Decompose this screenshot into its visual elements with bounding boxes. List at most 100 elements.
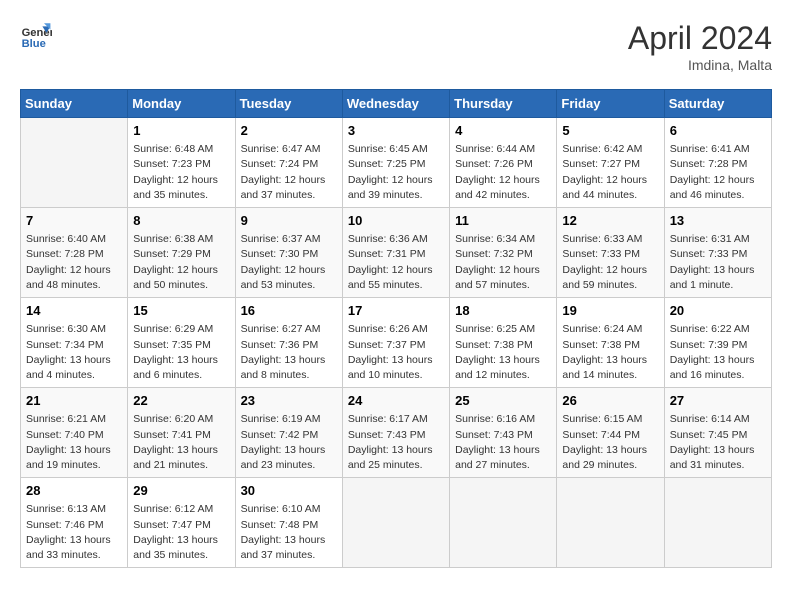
- calendar-week-row: 14Sunrise: 6:30 AMSunset: 7:34 PMDayligh…: [21, 298, 772, 388]
- calendar-cell: 7 Sunrise: 6:40 AMSunset: 7:28 PMDaylight…: [21, 208, 128, 298]
- day-number: 4: [455, 122, 551, 140]
- day-info: Sunrise: 6:38 AMSunset: 7:29 PMDaylight:…: [133, 232, 229, 293]
- day-number: 12: [562, 212, 658, 230]
- calendar-cell: 16 Sunrise: 6:27 AMSunset: 7:36 PMDayligh…: [235, 298, 342, 388]
- calendar-cell: 1Sunrise: 6:48 AMSunset: 7:23 PMDaylight…: [128, 118, 235, 208]
- day-info: Sunrise: 6:44 AMSunset: 7:26 PMDaylight:…: [455, 142, 551, 203]
- calendar-cell: 5 Sunrise: 6:42 AMSunset: 7:27 PMDaylight…: [557, 118, 664, 208]
- calendar-cell: 21Sunrise: 6:21 AMSunset: 7:40 PMDayligh…: [21, 388, 128, 478]
- day-number: 9: [241, 212, 337, 230]
- day-info: Sunrise: 6:19 AMSunset: 7:42 PMDaylight:…: [241, 412, 337, 473]
- calendar-cell: 26 Sunrise: 6:15 AMSunset: 7:44 PMDayligh…: [557, 388, 664, 478]
- day-number: 24: [348, 392, 444, 410]
- calendar-cell: [557, 478, 664, 568]
- weekday-header-cell: Monday: [128, 90, 235, 118]
- calendar-cell: [664, 478, 771, 568]
- weekday-header-row: SundayMondayTuesdayWednesdayThursdayFrid…: [21, 90, 772, 118]
- day-info: Sunrise: 6:40 AMSunset: 7:28 PMDaylight:…: [26, 232, 122, 293]
- day-info: Sunrise: 6:12 AMSunset: 7:47 PMDaylight:…: [133, 502, 229, 563]
- day-info: Sunrise: 6:24 AMSunset: 7:38 PMDaylight:…: [562, 322, 658, 383]
- day-number: 13: [670, 212, 766, 230]
- calendar-cell: [450, 478, 557, 568]
- calendar-cell: 9 Sunrise: 6:37 AMSunset: 7:30 PMDaylight…: [235, 208, 342, 298]
- day-number: 8: [133, 212, 229, 230]
- day-number: 16: [241, 302, 337, 320]
- calendar-cell: 13 Sunrise: 6:31 AMSunset: 7:33 PMDayligh…: [664, 208, 771, 298]
- day-info: Sunrise: 6:41 AMSunset: 7:28 PMDaylight:…: [670, 142, 766, 203]
- weekday-header-cell: Tuesday: [235, 90, 342, 118]
- calendar-cell: 23 Sunrise: 6:19 AMSunset: 7:42 PMDayligh…: [235, 388, 342, 478]
- day-number: 1: [133, 122, 229, 140]
- weekday-header-cell: Thursday: [450, 90, 557, 118]
- day-info: Sunrise: 6:16 AMSunset: 7:43 PMDaylight:…: [455, 412, 551, 473]
- calendar-cell: 15 Sunrise: 6:29 AMSunset: 7:35 PMDayligh…: [128, 298, 235, 388]
- day-info: Sunrise: 6:36 AMSunset: 7:31 PMDaylight:…: [348, 232, 444, 293]
- day-info: Sunrise: 6:14 AMSunset: 7:45 PMDaylight:…: [670, 412, 766, 473]
- calendar-cell: 6 Sunrise: 6:41 AMSunset: 7:28 PMDaylight…: [664, 118, 771, 208]
- calendar-cell: 28Sunrise: 6:13 AMSunset: 7:46 PMDayligh…: [21, 478, 128, 568]
- day-number: 25: [455, 392, 551, 410]
- calendar-cell: 10Sunrise: 6:36 AMSunset: 7:31 PMDayligh…: [342, 208, 449, 298]
- day-number: 3: [348, 122, 444, 140]
- day-number: 26: [562, 392, 658, 410]
- calendar-cell: 11Sunrise: 6:34 AMSunset: 7:32 PMDayligh…: [450, 208, 557, 298]
- calendar-cell: 4 Sunrise: 6:44 AMSunset: 7:26 PMDaylight…: [450, 118, 557, 208]
- calendar-cell: 17 Sunrise: 6:26 AMSunset: 7:37 PMDayligh…: [342, 298, 449, 388]
- day-info: Sunrise: 6:37 AMSunset: 7:30 PMDaylight:…: [241, 232, 337, 293]
- day-info: Sunrise: 6:45 AMSunset: 7:25 PMDaylight:…: [348, 142, 444, 203]
- day-info: Sunrise: 6:33 AMSunset: 7:33 PMDaylight:…: [562, 232, 658, 293]
- day-info: Sunrise: 6:29 AMSunset: 7:35 PMDaylight:…: [133, 322, 229, 383]
- day-info: Sunrise: 6:27 AMSunset: 7:36 PMDaylight:…: [241, 322, 337, 383]
- day-number: 29: [133, 482, 229, 500]
- day-number: 15: [133, 302, 229, 320]
- calendar-cell: 2Sunrise: 6:47 AMSunset: 7:24 PMDaylight…: [235, 118, 342, 208]
- calendar-cell: 29 Sunrise: 6:12 AMSunset: 7:47 PMDayligh…: [128, 478, 235, 568]
- calendar-week-row: 1Sunrise: 6:48 AMSunset: 7:23 PMDaylight…: [21, 118, 772, 208]
- day-number: 18: [455, 302, 551, 320]
- calendar-cell: 25 Sunrise: 6:16 AMSunset: 7:43 PMDayligh…: [450, 388, 557, 478]
- day-number: 21: [26, 392, 122, 410]
- calendar-cell: 24 Sunrise: 6:17 AMSunset: 7:43 PMDayligh…: [342, 388, 449, 478]
- calendar-week-row: 28Sunrise: 6:13 AMSunset: 7:46 PMDayligh…: [21, 478, 772, 568]
- day-number: 7: [26, 212, 122, 230]
- svg-text:Blue: Blue: [22, 38, 46, 50]
- calendar-cell: 12 Sunrise: 6:33 AMSunset: 7:33 PMDayligh…: [557, 208, 664, 298]
- day-number: 17: [348, 302, 444, 320]
- page-header: General Blue April 2024 Imdina, Malta: [20, 20, 772, 73]
- day-number: 6: [670, 122, 766, 140]
- weekday-header-cell: Wednesday: [342, 90, 449, 118]
- calendar-cell: [21, 118, 128, 208]
- weekday-header-cell: Saturday: [664, 90, 771, 118]
- day-info: Sunrise: 6:20 AMSunset: 7:41 PMDaylight:…: [133, 412, 229, 473]
- calendar-cell: 14Sunrise: 6:30 AMSunset: 7:34 PMDayligh…: [21, 298, 128, 388]
- day-info: Sunrise: 6:34 AMSunset: 7:32 PMDaylight:…: [455, 232, 551, 293]
- calendar-cell: 19 Sunrise: 6:24 AMSunset: 7:38 PMDayligh…: [557, 298, 664, 388]
- calendar-cell: 20Sunrise: 6:22 AMSunset: 7:39 PMDayligh…: [664, 298, 771, 388]
- day-number: 19: [562, 302, 658, 320]
- day-info: Sunrise: 6:47 AMSunset: 7:24 PMDaylight:…: [241, 142, 337, 203]
- day-number: 23: [241, 392, 337, 410]
- day-number: 20: [670, 302, 766, 320]
- day-info: Sunrise: 6:42 AMSunset: 7:27 PMDaylight:…: [562, 142, 658, 203]
- month-title: April 2024: [628, 20, 772, 57]
- day-info: Sunrise: 6:17 AMSunset: 7:43 PMDaylight:…: [348, 412, 444, 473]
- day-info: Sunrise: 6:31 AMSunset: 7:33 PMDaylight:…: [670, 232, 766, 293]
- calendar-table: SundayMondayTuesdayWednesdayThursdayFrid…: [20, 89, 772, 568]
- day-info: Sunrise: 6:30 AMSunset: 7:34 PMDaylight:…: [26, 322, 122, 383]
- day-info: Sunrise: 6:15 AMSunset: 7:44 PMDaylight:…: [562, 412, 658, 473]
- calendar-body: 1Sunrise: 6:48 AMSunset: 7:23 PMDaylight…: [21, 118, 772, 568]
- calendar-cell: [342, 478, 449, 568]
- calendar-week-row: 21Sunrise: 6:21 AMSunset: 7:40 PMDayligh…: [21, 388, 772, 478]
- day-number: 28: [26, 482, 122, 500]
- logo: General Blue: [20, 20, 52, 52]
- day-info: Sunrise: 6:25 AMSunset: 7:38 PMDaylight:…: [455, 322, 551, 383]
- calendar-week-row: 7 Sunrise: 6:40 AMSunset: 7:28 PMDaylight…: [21, 208, 772, 298]
- day-info: Sunrise: 6:10 AMSunset: 7:48 PMDaylight:…: [241, 502, 337, 563]
- calendar-cell: 27 Sunrise: 6:14 AMSunset: 7:45 PMDayligh…: [664, 388, 771, 478]
- calendar-cell: 8 Sunrise: 6:38 AMSunset: 7:29 PMDaylight…: [128, 208, 235, 298]
- day-info: Sunrise: 6:26 AMSunset: 7:37 PMDaylight:…: [348, 322, 444, 383]
- day-number: 5: [562, 122, 658, 140]
- day-number: 27: [670, 392, 766, 410]
- logo-icon: General Blue: [20, 20, 52, 52]
- calendar-cell: 3 Sunrise: 6:45 AMSunset: 7:25 PMDaylight…: [342, 118, 449, 208]
